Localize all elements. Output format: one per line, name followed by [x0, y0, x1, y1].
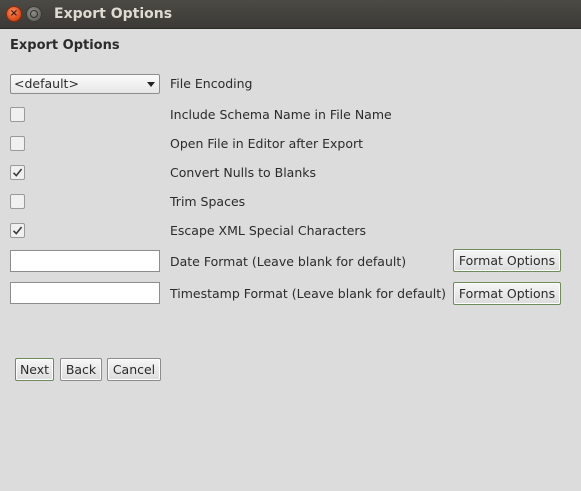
checkmark-icon — [12, 226, 23, 235]
close-icon: × — [9, 8, 19, 19]
include-schema-name-label: Include Schema Name in File Name — [170, 107, 392, 122]
convert-nulls-to-blanks-checkbox[interactable] — [10, 165, 25, 180]
timestamp-format-input[interactable] — [10, 282, 160, 304]
open-file-in-editor-checkbox[interactable] — [10, 136, 25, 151]
close-window-button[interactable]: × — [6, 6, 22, 22]
file-encoding-value: <default> — [14, 76, 79, 91]
chevron-down-icon — [147, 82, 155, 87]
file-encoding-label: File Encoding — [170, 76, 253, 91]
window-titlebar: × Export Options — [0, 0, 581, 29]
cancel-button[interactable]: Cancel — [107, 358, 161, 381]
file-encoding-select[interactable]: <default> — [10, 74, 160, 94]
open-file-in-editor-label: Open File in Editor after Export — [170, 136, 364, 151]
trim-spaces-checkbox[interactable] — [10, 194, 25, 209]
minimize-window-button[interactable] — [26, 6, 42, 22]
escape-xml-label: Escape XML Special Characters — [170, 223, 367, 238]
include-schema-name-checkbox[interactable] — [10, 107, 25, 122]
trim-spaces-label: Trim Spaces — [170, 194, 246, 209]
back-button[interactable]: Back — [60, 358, 102, 381]
next-button[interactable]: Next — [15, 358, 54, 381]
escape-xml-checkbox[interactable] — [10, 223, 25, 238]
section-heading: Export Options — [10, 38, 120, 53]
timestamp-format-options-button[interactable]: Format Options — [453, 282, 561, 305]
timestamp-format-label: Timestamp Format (Leave blank for defaul… — [170, 286, 447, 301]
checkmark-icon — [12, 168, 23, 177]
date-format-label: Date Format (Leave blank for default) — [170, 254, 407, 269]
date-format-options-button[interactable]: Format Options — [453, 249, 561, 272]
date-format-input[interactable] — [10, 250, 160, 272]
window-title: Export Options — [54, 6, 173, 22]
convert-nulls-to-blanks-label: Convert Nulls to Blanks — [170, 165, 317, 180]
dialog-content: Export Options <default> File Encoding I… — [0, 29, 581, 491]
